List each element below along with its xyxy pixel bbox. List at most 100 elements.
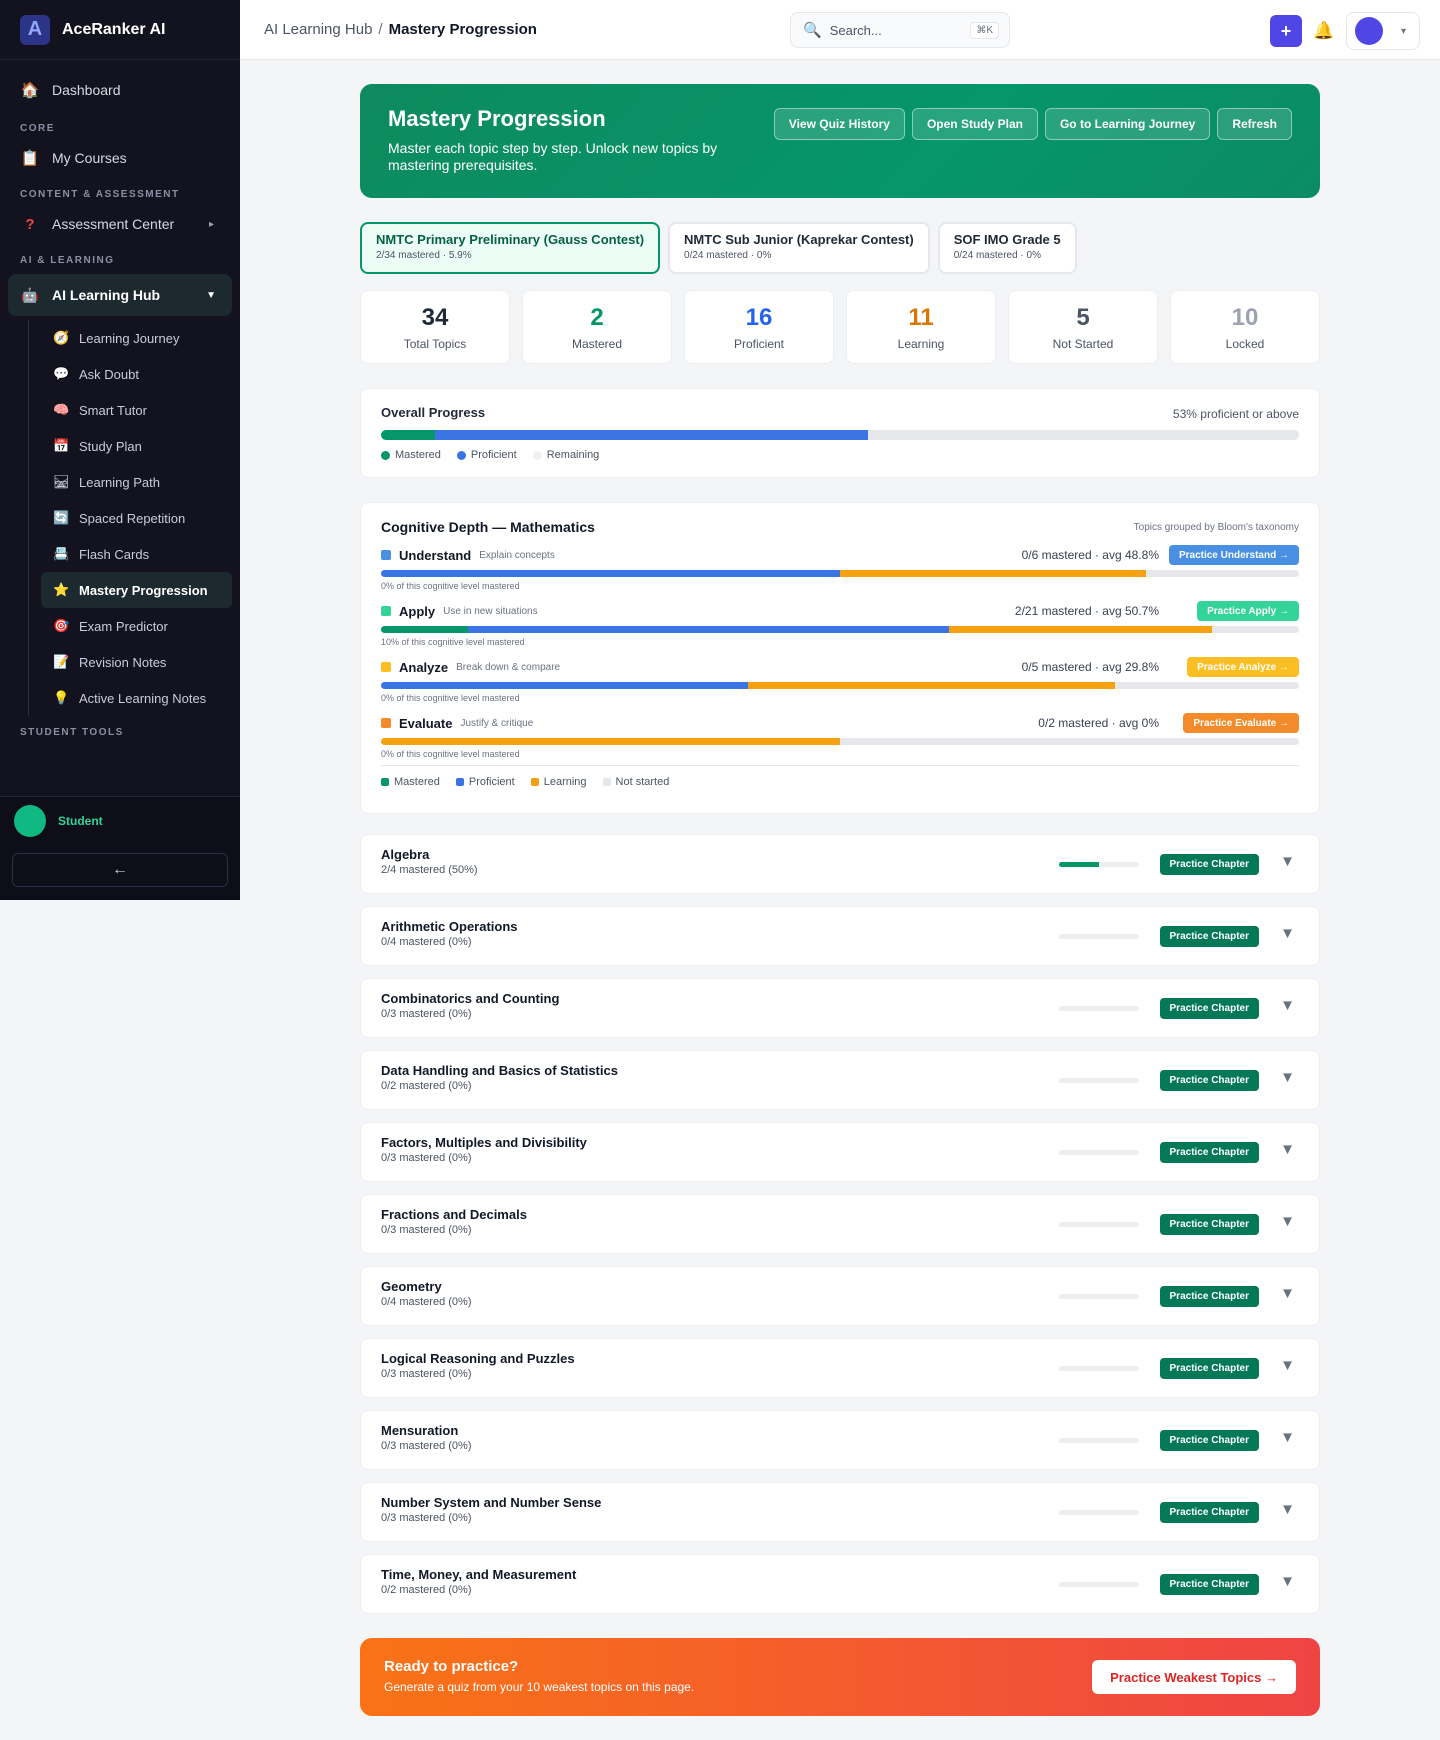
practice-weakest-button[interactable]: Practice Weakest Topics → (1092, 1660, 1296, 1694)
chevron-down-icon[interactable]: ▼ (1280, 1429, 1295, 1446)
practice-chapter-button[interactable]: Practice Chapter (1159, 1286, 1259, 1307)
sidebar-item-ai-hub[interactable]: 🤖 AI Learning Hub ▼ (8, 274, 232, 316)
level-swatch (381, 662, 391, 672)
practice-chapter-button[interactable]: Practice Chapter (1159, 1142, 1259, 1163)
sidebar-subitem-learning-path[interactable]: 🛤 Learning Path (41, 464, 232, 500)
chevron-down-icon[interactable]: ▼ (1280, 1357, 1295, 1374)
chapter-row[interactable]: Number System and Number Sense 0/3 master… (360, 1482, 1320, 1542)
practice-chapter-button[interactable]: Practice Chapter (1159, 1070, 1259, 1091)
chapter-progress-bar (1059, 1222, 1139, 1227)
sidebar-subitem-revision-notes[interactable]: 📝 Revision Notes (41, 644, 232, 680)
chevron-down-icon[interactable]: ▼ (1280, 1141, 1295, 1158)
sidebar-subitem-smart-tutor[interactable]: 🧠 Smart Tutor (41, 392, 232, 428)
collapse-sidebar-button[interactable]: ← (12, 853, 228, 887)
chapter-row[interactable]: Fractions and Decimals 0/3 mastered (0%) P… (360, 1194, 1320, 1254)
level-name: Analyze (399, 659, 449, 675)
sidebar-subitem-active-learning-notes[interactable]: 💡 Active Learning Notes (41, 680, 232, 716)
practice-understand-button[interactable]: Practice Understand → (1168, 545, 1299, 565)
practice-evaluate-button[interactable]: Practice Evaluate → (1183, 713, 1299, 733)
sidebar-item-label: Spaced Repetition (79, 510, 186, 526)
practice-chapter-button[interactable]: Practice Chapter (1159, 854, 1259, 875)
search-input[interactable]: 🔍 Search... ⌘K (790, 12, 1010, 48)
profile-menu[interactable]: ▾ (1346, 12, 1420, 50)
chevron-down-icon[interactable]: ▼ (1280, 1069, 1295, 1086)
proficient-fill (381, 682, 749, 689)
chapter-progress-bar (1059, 1150, 1139, 1155)
breadcrumb-parent[interactable]: AI Learning Hub (264, 21, 372, 38)
chevron-down-icon[interactable]: ▼ (1280, 925, 1295, 942)
exam-tab[interactable]: NMTC Primary Preliminary (Gauss Contest)… (360, 222, 661, 274)
practice-chapter-button[interactable]: Practice Chapter (1159, 1358, 1259, 1379)
chapter-row[interactable]: Logical Reasoning and Puzzles 0/3 mastere… (360, 1338, 1320, 1398)
stat-card: 11 Learning (846, 290, 996, 364)
chapter-row[interactable]: Mensuration 0/3 mastered (0%) Practice Cha… (360, 1410, 1320, 1470)
bulb-icon: 💡 (53, 690, 70, 705)
bell-icon[interactable]: 🔔 (1308, 15, 1340, 47)
chevron-down-icon[interactable]: ▼ (1280, 1501, 1295, 1518)
practice-chapter-button[interactable]: Practice Chapter (1159, 1574, 1259, 1595)
cycle-icon: 🔄 (53, 510, 70, 525)
sidebar-subitem-learning-journey[interactable]: 🧭 Learning Journey (41, 320, 232, 356)
note-icon: 📝 (53, 654, 70, 669)
practice-chapter-button[interactable]: Practice Chapter (1159, 1430, 1259, 1451)
hero-banner: Mastery Progression Master each topic st… (360, 84, 1320, 198)
exam-tab[interactable]: NMTC Sub Junior (Kaprekar Contest) 0/24 m… (668, 222, 930, 274)
practice-analyze-button[interactable]: Practice Analyze → (1187, 657, 1299, 677)
chapter-row[interactable]: Arithmetic Operations 0/4 mastered (0%) Pr… (360, 906, 1320, 966)
practice-chapter-button[interactable]: Practice Chapter (1159, 926, 1259, 947)
sidebar-subitem-ask-doubt[interactable]: 💬 Ask Doubt (41, 356, 232, 392)
open-study-plan-button[interactable]: Open Study Plan (911, 108, 1038, 140)
legend-remaining: Remaining (532, 449, 599, 461)
chapter-row[interactable]: Combinatorics and Counting 0/3 mastered (… (360, 978, 1320, 1038)
sidebar-subitem-study-plan[interactable]: 📅 Study Plan (41, 428, 232, 464)
chapter-row[interactable]: Factors, Multiples and Divisibility 0/3 m… (360, 1122, 1320, 1182)
exam-tab[interactable]: SOF IMO Grade 5 0/24 mastered · 0% (937, 222, 1077, 274)
sidebar-item-dashboard[interactable]: 🏠 Dashboard (0, 68, 240, 112)
chapter-row[interactable]: Algebra 2/4 mastered (50%) Practice Chapte… (360, 834, 1320, 894)
compass-icon: 🧭 (53, 330, 70, 345)
learning-journey-button[interactable]: Go to Learning Journey (1044, 108, 1211, 140)
refresh-button[interactable]: Refresh (1217, 108, 1292, 140)
learning-swatch (530, 778, 539, 786)
chapter-row[interactable]: Data Handling and Basics of Statistics 0/… (360, 1050, 1320, 1110)
practice-chapter-button[interactable]: Practice Chapter (1159, 998, 1259, 1019)
level-header: Analyze Break down & compare (381, 657, 1299, 677)
brand[interactable]: A AceRanker AI (0, 0, 240, 60)
mastered-fill (381, 430, 436, 440)
sidebar-subitem-mastery-progression[interactable]: ⭐ Mastery Progression (41, 572, 232, 608)
overall-progress-card: Overall Progress 53% proficient or above… (360, 388, 1320, 478)
chevron-down-icon[interactable]: ▼ (1280, 997, 1295, 1014)
chevron-down-icon[interactable]: ▼ (1280, 1285, 1295, 1302)
learning-fill (840, 570, 1146, 577)
avatar (14, 805, 46, 837)
chevron-down-icon[interactable]: ▼ (1280, 1573, 1295, 1590)
level-progress-bar (381, 570, 1299, 577)
chapter-row[interactable]: Time, Money, and Measurement 0/2 mastered… (360, 1554, 1320, 1614)
calendar-icon: 📅 (53, 438, 70, 453)
sidebar-item-label: Study Plan (79, 438, 142, 454)
sidebar-item-assessment-center[interactable]: ? Assessment Center ▸ (0, 204, 240, 244)
overall-legend: Mastered Proficient Remaining (381, 449, 1299, 461)
exam-tabs: NMTC Primary Preliminary (Gauss Contest)… (360, 222, 1320, 274)
chevron-right-icon: ▸ (208, 218, 214, 230)
practice-apply-button[interactable]: Practice Apply → (1197, 601, 1299, 621)
chevron-down-icon[interactable]: ▼ (1280, 853, 1295, 870)
sidebar-subitem-flash-cards[interactable]: 📇 Flash Cards (41, 536, 232, 572)
add-button[interactable]: + (1270, 15, 1302, 47)
sidebar-subitem-spaced-repetition[interactable]: 🔄 Spaced Repetition (41, 500, 232, 536)
sidebar-item-label: Exam Predictor (79, 618, 168, 634)
practice-chapter-button[interactable]: Practice Chapter (1159, 1502, 1259, 1523)
chevron-down-icon[interactable]: ▼ (1280, 1213, 1295, 1230)
sidebar-item-my-courses[interactable]: 📋 My Courses (0, 138, 240, 178)
level-stat: 0/6 mastered · avg 48.8% (1021, 548, 1159, 562)
level-progress-bar (381, 682, 1299, 689)
chapter-row[interactable]: Geometry 0/4 mastered (0%) Practice Chapte… (360, 1266, 1320, 1326)
sidebar-subitem-exam-predictor[interactable]: 🎯 Exam Predictor (41, 608, 232, 644)
level-name: Apply (399, 603, 436, 619)
practice-chapter-button[interactable]: Practice Chapter (1159, 1214, 1259, 1235)
user-row[interactable]: Student (0, 797, 240, 845)
chevron-down-icon: ▾ (1401, 25, 1407, 37)
chapter-progress-bar (1059, 934, 1139, 939)
view-quiz-history-button[interactable]: View Quiz History (773, 108, 905, 140)
level-swatch (381, 718, 391, 728)
